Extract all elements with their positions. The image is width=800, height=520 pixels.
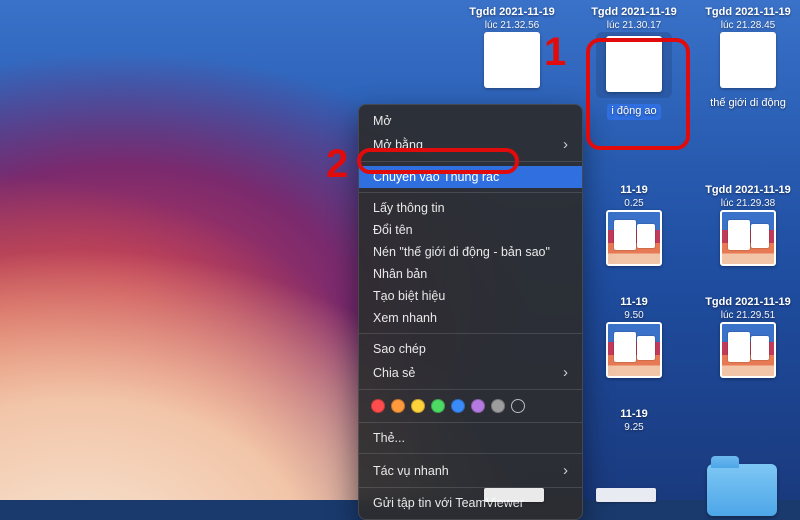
tag-color-dot[interactable] [411,399,425,413]
document-thumb [484,32,540,88]
tag-color-dot[interactable] [391,399,405,413]
menu-item-label: Chuyển vào Thùng rác [373,170,499,184]
desktop-file[interactable]: Tgdd 2021-11-19lúc 21.30.17 i động ao [582,6,686,120]
menu-item[interactable]: Gửi tập tin với TeamViewer [359,492,582,514]
document-thumb [720,32,776,88]
menu-item-label: Xem nhanh [373,311,437,325]
desktop-file[interactable]: Tgdd 2021-11-19lúc 21.29.51 [696,296,800,382]
tag-color-dot[interactable] [451,399,465,413]
desktop-file[interactable]: Tgdd 2021-11-19lúc 21.32.56 [460,6,564,92]
desktop-file[interactable]: Tgdd 2021-11-19lúc 21.29.38 [696,184,800,270]
menu-item[interactable]: Mở bằng [359,132,582,157]
menu-item-label: Tạo biệt hiệu [373,289,445,303]
menu-item-label: Nén "thế giới di động - bản sao" [373,245,550,259]
menu-item[interactable]: Xem nhanh [359,307,582,329]
menu-item[interactable]: Nén "thế giới di động - bản sao" [359,241,582,263]
menu-item[interactable]: Nhân bản [359,263,582,285]
menu-item[interactable]: Thẻ... [359,427,582,449]
file-subtitle: 0.25 [582,198,686,210]
file-caption: thế giới di động [706,96,790,111]
menu-item[interactable]: Sao chép [359,338,582,360]
menu-item-label: Mở [373,114,392,128]
tag-color-dot[interactable] [431,399,445,413]
file-subtitle: lúc 21.29.38 [696,198,800,210]
menu-item-label: Chia sẻ [373,366,415,380]
desktop-file[interactable]: 11-199.25 [582,408,686,434]
file-title: Tgdd 2021-11-19 [696,6,800,19]
menu-item[interactable]: Tạo biệt hiệu [359,285,582,307]
menu-item-label: Sao chép [373,342,426,356]
desktop-file[interactable]: 11-190.25 [582,184,686,270]
file-subtitle: lúc 21.30.17 [582,20,686,32]
file-title: 11-19 [582,408,686,421]
menu-item[interactable]: Chuyển vào Thùng rác [359,166,582,188]
tag-clear-icon[interactable] [511,399,525,413]
menu-item[interactable]: Tác vụ nhanh [359,458,582,483]
file-subtitle: lúc 21.29.51 [696,310,800,322]
tag-color-dot[interactable] [491,399,505,413]
menu-item-label: Lấy thông tin [373,201,445,215]
menu-item-label: Mở bằng [373,138,423,152]
screenshot-thumb [720,210,776,266]
menu-item-label: Nhân bản [373,267,427,281]
file-subtitle: lúc 21.32.56 [460,20,564,32]
menu-item[interactable]: Đổi tên [359,219,582,241]
file-subtitle: lúc 21.28.45 [696,20,800,32]
file-caption: i động ao [607,104,660,119]
file-title: Tgdd 2021-11-19 [696,184,800,197]
menu-item-label: Tác vụ nhanh [373,464,449,478]
screenshot-thumb [720,322,776,378]
screenshot-thumb [606,210,662,266]
menu-item[interactable]: Mở [359,110,582,132]
desktop-folder[interactable] [690,464,794,516]
file-subtitle: 9.50 [582,310,686,322]
file-title: Tgdd 2021-11-19 [460,6,564,19]
file-title: Tgdd 2021-11-19 [696,296,800,309]
tag-color-dot[interactable] [471,399,485,413]
context-menu: Mở Mở bằng Chuyển vào Thùng rác Lấy thông t… [358,104,583,520]
file-title: 11-19 [582,296,686,309]
file-title: 11-19 [582,184,686,197]
menu-item[interactable]: Chia sẻ [359,360,582,385]
menu-item[interactable]: Lấy thông tin [359,197,582,219]
file-subtitle: 9.25 [582,422,686,434]
desktop-file[interactable]: 11-199.50 [582,296,686,382]
screenshot-thumb [606,322,662,378]
tag-color-dot[interactable] [371,399,385,413]
tag-color-row [359,394,582,418]
menu-item-label: Đổi tên [373,223,413,237]
menu-item-label: Thẻ... [373,431,405,445]
folder-icon [707,464,777,516]
desktop-file[interactable]: Tgdd 2021-11-19lúc 21.28.45 thế giới di đ… [696,6,800,111]
document-thumb [606,36,662,92]
file-title: Tgdd 2021-11-19 [582,6,686,19]
